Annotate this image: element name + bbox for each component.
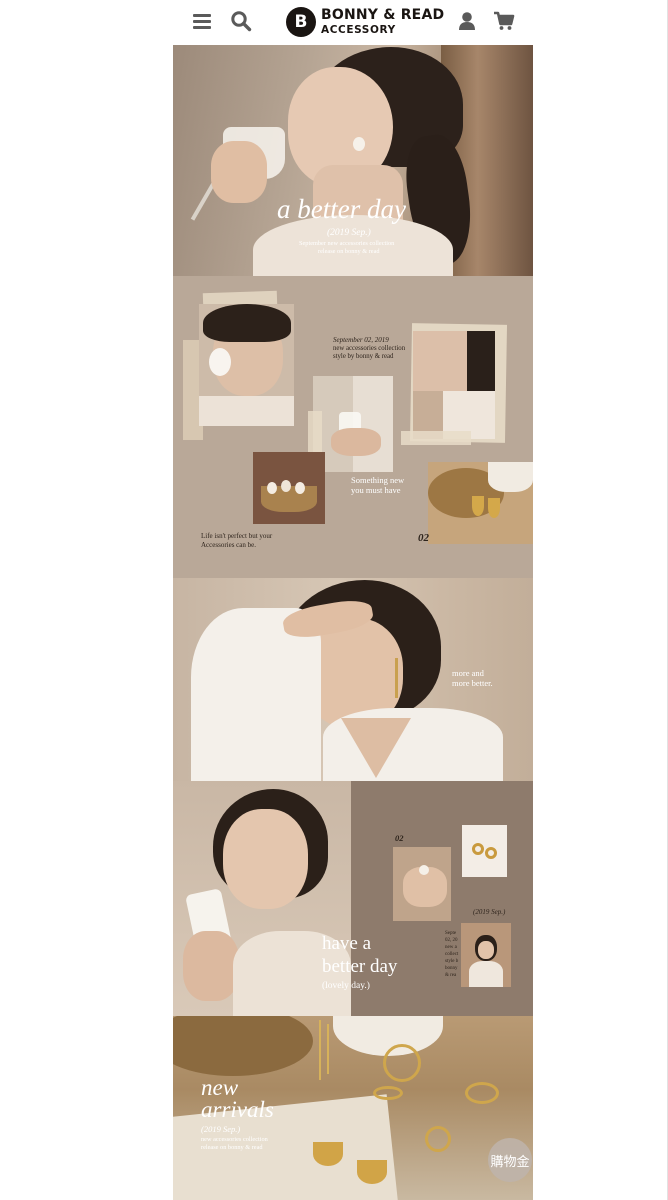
hero-hand [211,141,267,203]
small-line: style b [445,959,459,964]
arrivals-line-2: release on bonny & read [201,1144,263,1151]
feature-number: 02 [395,833,404,843]
small-line: 02, 20 [445,938,458,943]
arrivals-date: (2019 Sep.) [201,1124,241,1134]
collage-line-2: style by bonny & read [333,353,394,360]
page: B BONNY & READ ACCESSORY a better day (2… [0,0,668,1200]
collage-date: September 02, 2019 [333,336,389,344]
new-arrivals-section[interactable]: new arrivals (2019 Sep.) new accessories… [173,1016,533,1200]
egg [209,348,231,376]
arrivals-ring [373,1086,403,1100]
small-line: new a [445,945,457,950]
arrivals-title-2: arrivals [201,1097,274,1122]
feature-hand [183,931,239,1001]
photo-hand [331,428,381,456]
collage-line-1: new accessories collection [333,345,406,352]
tape-strip [401,431,471,445]
photo-ring [485,847,497,859]
photo-egg [295,482,305,494]
feature-photo-girl[interactable] [461,923,511,987]
hero-date: (2019 Sep.) [327,228,371,238]
arrivals-basket [173,1016,313,1076]
portrait-line-2: more better. [452,678,493,688]
top-nav: B BONNY & READ ACCESSORY [173,0,533,45]
feature-subtitle: (lovely day.) [322,981,370,991]
photo-egg [267,482,277,494]
collage-photo-eggs[interactable] [253,452,325,524]
brand-line-2: ACCESSORY [321,24,396,37]
hero-earring [353,137,365,151]
portrait-line-1: more and [452,668,484,678]
small-line: bonny [445,966,458,971]
arrivals-title-1: new [201,1075,239,1100]
menu-icon[interactable] [191,10,213,32]
collage-tagline-2: you must have [351,485,401,495]
photo-earring [488,498,500,518]
hero-title: a better day [277,194,406,224]
collage-photo-face[interactable] [413,331,495,439]
collage-number: 02 [418,532,429,544]
photo-ring [472,843,484,855]
photo-earring [472,496,484,516]
feature-photo-hand[interactable] [393,847,451,921]
brand-line-1: BONNY & READ [321,7,445,24]
feature-face [223,809,308,909]
hero-banner[interactable]: a better day (2019 Sep.) September new a… [173,45,533,276]
feature-title-1: have a [322,933,372,954]
feature-photo-rings[interactable] [462,825,507,877]
photo-egg [419,865,429,875]
collage-quote-2: Accessories can be. [201,541,257,549]
brand-name: BONNY & READ ACCESSORY [321,8,444,36]
arrivals-ring [425,1126,451,1152]
user-icon[interactable] [456,10,478,32]
feature-title-2: better day [322,956,398,977]
logo-mark: B [286,7,316,37]
arrivals-earring [357,1160,387,1184]
hero-line-2: release on bonny & read [318,248,380,255]
brand-logo[interactable]: B BONNY & READ ACCESSORY [286,4,444,40]
collage-photo-earrings[interactable] [428,462,533,544]
hero-line-1: September new accessories collection [299,240,395,247]
collage-quote-1: Life isn't perfect but your [201,532,273,540]
photo-hair [203,304,291,342]
photo-egg [281,480,291,492]
arrivals-earring [313,1142,343,1166]
collage-photo-egg[interactable] [199,304,294,426]
small-line: Septe [445,931,457,936]
feature-date: (2019 Sep.) [473,908,506,916]
arrivals-ring [465,1082,499,1104]
collage-photo-glass[interactable] [313,376,393,472]
arrivals-line-1: new accessories collection [201,1136,268,1143]
arrivals-earring-chain [319,1020,321,1080]
small-line: collect [445,952,459,957]
arrivals-hoop [383,1044,421,1082]
collage-tagline-1: Something new [351,475,405,485]
portrait-section[interactable]: more and more better. [173,578,533,781]
cart-icon[interactable] [493,10,515,32]
collage-section[interactable]: September 02, 2019 new accessories colle… [173,276,533,578]
arrivals-earring-chain [327,1024,329,1074]
search-icon[interactable] [230,10,252,32]
photo-face [478,941,494,959]
small-line: & rea [445,973,457,978]
photo-shirt [199,396,294,426]
shopping-credit-button[interactable]: 購物金 [488,1138,532,1182]
feature-section[interactable]: 02 (2019 Sep.) Septe 02, 20 new a collec… [173,781,533,1016]
photo-shirt [469,961,503,987]
portrait-earring [395,658,398,698]
photo-bowl [488,462,533,492]
